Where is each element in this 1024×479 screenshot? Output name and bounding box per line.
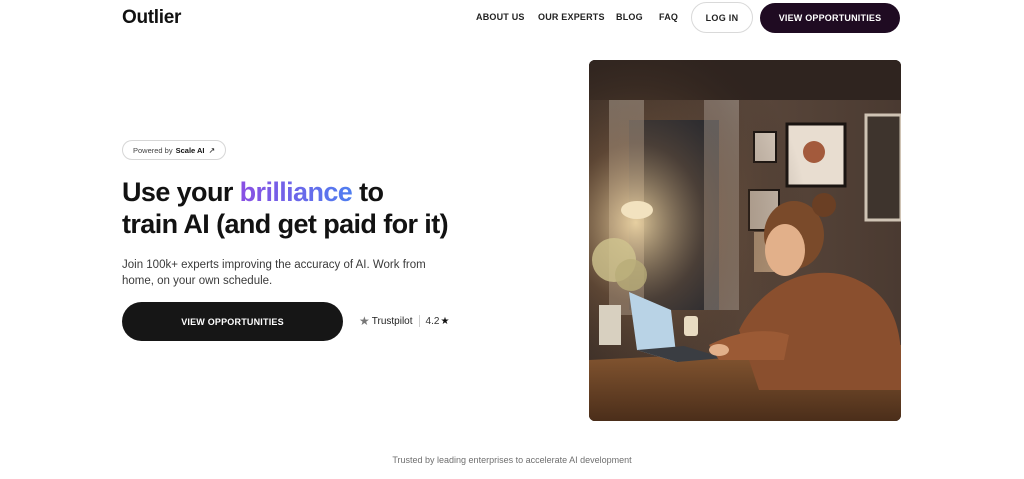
powered-by-badge[interactable]: Powered by Scale AI ↗ <box>122 140 227 160</box>
trustpilot-rating[interactable]: ★ Trustpilot 4.2 ★ <box>359 314 449 328</box>
outlier-logo[interactable]: Outlier <box>122 7 181 29</box>
header-view-opportunities-button[interactable]: VIEW OPPORTUNITIES <box>760 3 900 33</box>
trustpilot-star-icon: ★ <box>359 314 370 328</box>
external-arrow-icon: ↗ <box>208 145 216 155</box>
trustpilot-score: 4.2 <box>425 315 440 327</box>
powered-by-prefix: Powered by <box>133 145 173 155</box>
headline-suffix: to <box>352 177 384 207</box>
trusted-by-text: Trusted by leading enterprises to accele… <box>392 455 632 465</box>
divider <box>418 315 420 327</box>
trustpilot-label: Trustpilot <box>371 315 413 327</box>
powered-by-brand: Scale AI <box>175 145 205 155</box>
rating-star-icon: ★ <box>440 315 450 327</box>
hero-subtext: Join 100k+ experts improving the accurac… <box>122 259 426 287</box>
headline-line-2: train AI (and get paid for it) <box>122 209 449 239</box>
hero-view-opportunities-button[interactable]: VIEW OPPORTUNITIES <box>122 302 343 341</box>
login-button[interactable]: LOG IN <box>691 2 753 33</box>
headline-accent: brilliance <box>239 177 353 207</box>
woman-working-on-laptop-image <box>589 60 901 421</box>
hero-headline: Use your brilliance to train AI (and get… <box>122 176 449 240</box>
hero-photo <box>589 60 901 421</box>
nav-faq[interactable]: FAQ <box>659 12 678 22</box>
nav-about-us[interactable]: ABOUT US <box>476 12 525 22</box>
nav-blog[interactable]: BLOG <box>616 12 643 22</box>
nav-our-experts[interactable]: OUR EXPERTS <box>538 12 605 22</box>
site-header: Outlier ABOUT US OUR EXPERTS BLOG FAQ LO… <box>0 0 1024 36</box>
headline-prefix: Use your <box>122 177 240 207</box>
